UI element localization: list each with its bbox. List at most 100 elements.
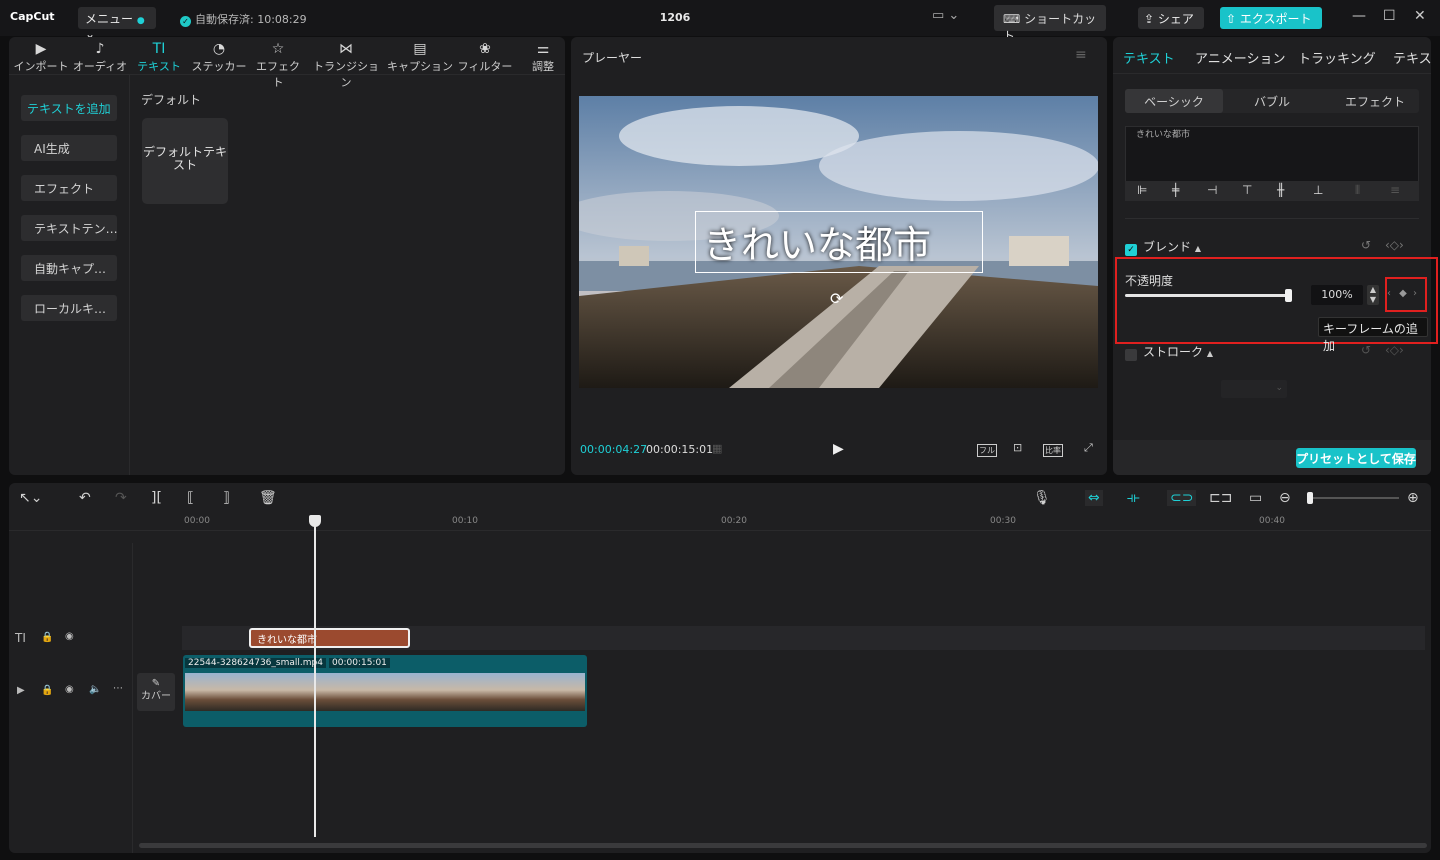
tab-animation[interactable]: アニメーション (1195, 48, 1285, 67)
tab-import[interactable]: ▶ インポート (13, 41, 69, 74)
keyframe-nav-icon[interactable]: ‹◇› (1385, 238, 1404, 252)
video-clip-name: 22544-328624736_small.mp4 (185, 658, 326, 668)
opacity-slider-track[interactable] (1125, 294, 1289, 297)
subtab-basic[interactable]: ベーシック (1125, 89, 1223, 113)
eye-icon[interactable]: ◉ (65, 631, 74, 642)
lock-icon[interactable]: 🔒 (41, 685, 53, 696)
text-track-icon: TI (15, 631, 26, 645)
hamburger-icon[interactable]: ≡ (1075, 47, 1087, 63)
next-keyframe-icon[interactable]: › (1413, 288, 1417, 299)
horizontal-scrollbar[interactable] (139, 843, 1427, 848)
align-top-icon[interactable]: ⊤ (1242, 183, 1252, 197)
opacity-slider-knob[interactable] (1285, 289, 1292, 302)
rotate-icon[interactable]: ⟳ (830, 289, 843, 308)
tab-text[interactable]: TI テキスト (135, 41, 183, 74)
main-track-magnet-icon[interactable]: ⇔ (1085, 490, 1103, 506)
tab-caption[interactable]: ▤ キャプション (387, 41, 453, 74)
minimize-icon[interactable]: — (1352, 8, 1366, 24)
video-clip[interactable]: 22544-328624736_small.mp4 00:00:15:01 (183, 655, 587, 727)
subtab-effect[interactable]: エフェクト (1345, 93, 1405, 110)
speaker-icon[interactable]: 🔈 (89, 684, 101, 695)
stroke-section-header[interactable]: ✓ ストローク ▲ (1125, 343, 1213, 361)
stroke-checkbox[interactable]: ✓ (1125, 349, 1137, 361)
opacity-input[interactable]: 100% (1311, 285, 1363, 305)
project-title[interactable]: 1206 (650, 11, 700, 24)
sidebar-item-local[interactable]: ローカルキ… (21, 295, 117, 321)
shortcut-button[interactable]: ⌨ ショートカット (994, 5, 1106, 43)
sidebar-item-text-template[interactable]: テキストテン… (21, 215, 117, 241)
fullscreen-icon[interactable]: ⤢ (1084, 441, 1093, 455)
video-preview[interactable]: きれいな都市 ⟳ (579, 96, 1098, 388)
tab-text-props[interactable]: テキスト (1123, 48, 1175, 67)
cover-button[interactable]: ✎ カバー (137, 673, 175, 711)
split-icon[interactable]: ][ (151, 490, 162, 506)
tab-caption-label: キャプション (387, 60, 453, 73)
lock-icon[interactable]: 🔒 (41, 632, 53, 643)
blend-section-header[interactable]: ✓ ブレンド ▲ (1125, 238, 1201, 256)
more-icon[interactable]: ⋯ (113, 683, 123, 694)
audio-icon: ♪ (95, 41, 105, 57)
tab-text-to-speech[interactable]: テキスト (1393, 48, 1431, 67)
undo-icon[interactable]: ↶ (79, 490, 91, 506)
ruler-label: 00:30 (990, 516, 1016, 526)
tab-effect-label: エフェクト (256, 60, 300, 89)
text-clip[interactable]: きれいな都市 (249, 628, 410, 648)
maximize-icon[interactable]: ☐ (1383, 8, 1396, 24)
blend-checkbox[interactable]: ✓ (1125, 244, 1137, 256)
full-button[interactable]: フル (977, 444, 997, 457)
align-left-icon[interactable]: ⊫ (1137, 183, 1147, 197)
zoom-out-icon[interactable]: ⊖ (1279, 490, 1291, 506)
link-icon[interactable]: ⊂⊃ (1167, 490, 1197, 506)
tab-transition-label: トランジション (313, 60, 379, 89)
sidebar-item-ai-generate[interactable]: AI生成 (21, 135, 117, 161)
timecode-format-icon[interactable]: ▦ (712, 442, 722, 455)
close-icon[interactable]: ✕ (1414, 8, 1426, 24)
playhead[interactable] (314, 519, 316, 837)
play-icon[interactable]: ▶ (833, 441, 844, 457)
export-button[interactable]: ⇧ エクスポート (1220, 7, 1322, 29)
zoom-slider[interactable] (1309, 497, 1399, 499)
reset-icon[interactable]: ↺ (1361, 238, 1371, 252)
text-content-field[interactable]: きれいな都市 (1125, 126, 1419, 182)
tab-tracking[interactable]: トラッキング (1298, 48, 1376, 67)
playhead-handle[interactable] (309, 515, 321, 527)
overlay-text[interactable]: きれいな都市 (703, 214, 931, 269)
tab-filter[interactable]: ❀ フィルター (457, 41, 513, 74)
opacity-stepper[interactable]: ▲ ▼ (1367, 285, 1379, 305)
default-text-card[interactable]: デフォルトテキスト (142, 118, 228, 204)
eye-icon[interactable]: ◉ (65, 684, 74, 695)
sidebar-item-effect[interactable]: エフェクト (21, 175, 117, 201)
zoom-slider-knob[interactable] (1307, 492, 1313, 504)
share-button[interactable]: ⇪ シェア (1138, 7, 1204, 29)
align-middle-v-icon[interactable]: ╫ (1277, 183, 1284, 197)
auto-snap-icon[interactable]: ⟛ (1127, 490, 1140, 506)
tab-effect[interactable]: ☆ エフェクト (253, 41, 303, 90)
snapshot-icon[interactable]: ⊡ (1013, 441, 1022, 454)
zoom-in-icon[interactable]: ⊕ (1407, 490, 1419, 506)
alignment-toolbar: ⊫ ╪ ⊣ ⊤ ╫ ⊥ ⫴ ≡ (1125, 181, 1419, 201)
add-keyframe-icon[interactable]: ◆ (1398, 285, 1408, 305)
align-center-h-icon[interactable]: ╪ (1172, 183, 1179, 197)
microphone-icon[interactable]: 🎙 (1033, 490, 1051, 506)
delete-icon[interactable]: 🗑 (259, 490, 277, 506)
caption-track-icon[interactable]: ▭ (1249, 490, 1262, 506)
tab-sticker[interactable]: ◔ ステッカー (191, 41, 247, 74)
split-left-icon[interactable]: ⟦ (187, 490, 194, 506)
sidebar-item-auto-caption[interactable]: 自動キャプ… (21, 255, 117, 281)
tab-transition[interactable]: ⋈ トランジション (309, 41, 383, 90)
subtab-bubble[interactable]: バブル (1254, 93, 1290, 110)
split-right-icon[interactable]: ⟧ (223, 490, 230, 506)
time-ruler[interactable]: 00:00 00:10 00:20 00:30 00:40 (9, 513, 1431, 531)
menu-button[interactable]: メニュー ● ⌄ (78, 7, 156, 41)
select-tool-icon[interactable]: ↖⌄ (19, 490, 42, 506)
ratio-button[interactable]: 比率 (1043, 444, 1063, 457)
tab-audio[interactable]: ♪ オーディオ (71, 41, 129, 74)
sidebar-item-add-text[interactable]: テキストを追加 (21, 95, 117, 121)
preview-axis-icon[interactable]: ⊏⊐ (1209, 490, 1232, 506)
align-bottom-icon[interactable]: ⊥ (1313, 183, 1323, 197)
save-preset-button[interactable]: プリセットとして保存 (1296, 448, 1416, 468)
layout-icon[interactable]: ▭ ⌄ (932, 8, 959, 23)
align-right-icon[interactable]: ⊣ (1207, 183, 1217, 197)
tab-audio-label: オーディオ (72, 60, 128, 73)
tab-adjust[interactable]: ⚌ 調整 (525, 41, 561, 74)
